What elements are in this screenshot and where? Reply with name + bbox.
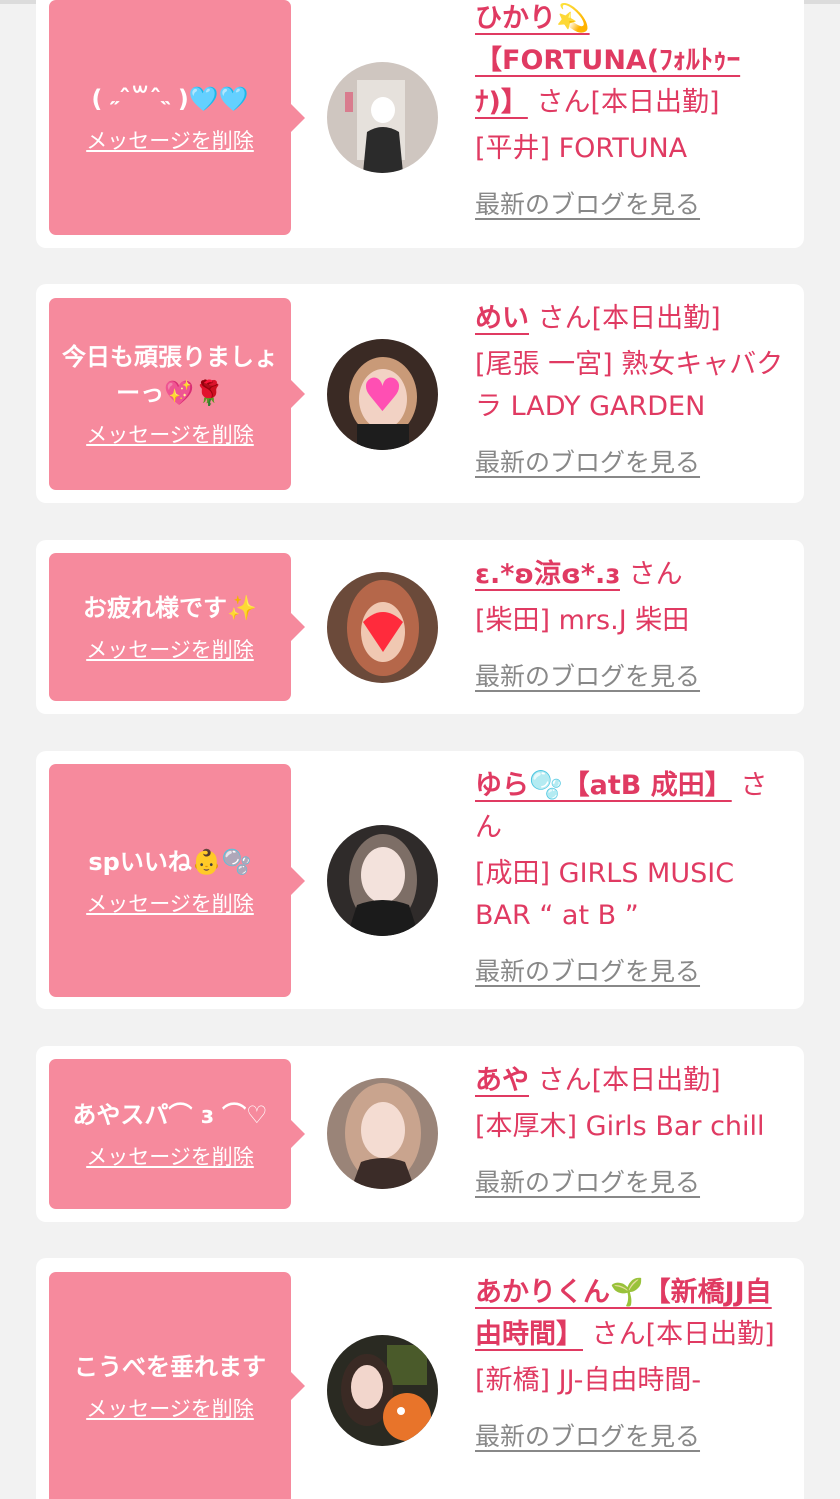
heart-sticker-icon: ♥	[361, 367, 404, 422]
message-bubble: こうべを垂れます メッセージを削除	[49, 1272, 305, 1499]
delete-message-link[interactable]: メッセージを削除	[86, 125, 254, 155]
shop-name: [柴田] mrs.J 柴田	[475, 605, 690, 636]
cast-info: ɛ.*ʚ涼ɞ*.ɜ さん [柴田] mrs.J 柴田 最新のブログを見る	[475, 554, 785, 698]
latest-blog-link[interactable]: 最新のブログを見る	[475, 442, 785, 484]
message-card: お疲れ様です✨ メッセージを削除 ɛ.*ʚ涼ɞ*.ɜ さん [柴田] mrs.J…	[36, 540, 804, 714]
honorific: さん	[591, 1319, 646, 1350]
message-card: 今日も頑張りましょーっ💖🌹 メッセージを削除 ♥ めい さん[本日出勤] [尾張…	[36, 284, 804, 503]
delete-message-link[interactable]: メッセージを削除	[86, 1393, 254, 1423]
cast-info: ひかり💫【FORTUNA(ﾌｫﾙﾄｩｰﾅ)】 さん[本日出勤] [平井] FOR…	[475, 0, 785, 226]
shop-name: [平井] FORTUNA	[475, 133, 688, 164]
honorific: さん	[537, 303, 592, 334]
shop-name: [本厚木] Girls Bar chill	[475, 1111, 765, 1142]
delete-message-link[interactable]: メッセージを削除	[86, 419, 254, 449]
message-bubble: ( ˶ˆ꒳ˆ˵ )🩵🩵 メッセージを削除	[49, 0, 305, 235]
delete-message-link[interactable]: メッセージを削除	[86, 1141, 254, 1171]
message-card: spいいね👶🫧 メッセージを削除 ゆら🫧【atB 成田】 さん [成田] GIR…	[36, 751, 804, 1009]
avatar[interactable]	[327, 1335, 438, 1446]
honorific: さん	[537, 1065, 592, 1096]
message-bubble: 今日も頑張りましょーっ💖🌹 メッセージを削除	[49, 298, 305, 490]
message-text: 今日も頑張りましょーっ💖🌹	[62, 343, 278, 407]
delete-message-link[interactable]: メッセージを削除	[86, 888, 254, 918]
avatar[interactable]	[327, 1078, 438, 1189]
cast-info: あや さん[本日出勤] [本厚木] Girls Bar chill 最新のブログ…	[475, 1060, 785, 1204]
message-text: ( ˶ˆ꒳ˆ˵ )🩵🩵	[91, 84, 249, 113]
message-bubble: spいいね👶🫧 メッセージを削除	[49, 764, 305, 997]
message-bubble: あやスパ⌒ ɜ ⌒♡ メッセージを削除	[49, 1059, 305, 1209]
message-card: あやスパ⌒ ɜ ⌒♡ メッセージを削除 あや さん[本日出勤] [本厚木] Gi…	[36, 1046, 804, 1222]
avatar[interactable]	[327, 572, 438, 683]
delete-message-link[interactable]: メッセージを削除	[86, 634, 254, 664]
cast-name-link[interactable]: ゆら🫧【atB 成田】	[475, 770, 732, 801]
latest-blog-link[interactable]: 最新のブログを見る	[475, 1162, 785, 1204]
latest-blog-link[interactable]: 最新のブログを見る	[475, 656, 785, 698]
attendance-status: [本日出勤]	[645, 1319, 775, 1350]
shop-name: [新橋] JJ-自由時間-	[475, 1365, 702, 1396]
message-text: あやスパ⌒ ɜ ⌒♡	[72, 1101, 268, 1129]
latest-blog-link[interactable]: 最新のブログを見る	[475, 951, 785, 993]
message-text: spいいね👶🫧	[88, 847, 252, 876]
attendance-status: [本日出勤]	[590, 87, 720, 118]
avatar[interactable]	[327, 62, 438, 173]
attendance-status: [本日出勤]	[591, 1065, 721, 1096]
cast-name-link[interactable]: あや	[475, 1065, 529, 1096]
avatar[interactable]: ♥	[327, 339, 438, 450]
avatar[interactable]	[327, 825, 438, 936]
cast-info: めい さん[本日出勤] [尾張 一宮] 熟女キャバクラ LADY GARDEN …	[475, 298, 785, 484]
message-bubble: お疲れ様です✨ メッセージを削除	[49, 553, 305, 701]
shop-name: [尾張 一宮] 熟女キャバクラ LADY GARDEN	[475, 349, 784, 422]
latest-blog-link[interactable]: 最新のブログを見る	[475, 1416, 785, 1458]
message-card: ( ˶ˆ꒳ˆ˵ )🩵🩵 メッセージを削除 ひかり💫【FORTUNA(ﾌｫﾙﾄｩｰ…	[36, 0, 804, 248]
shop-name: [成田] GIRLS MUSIC BAR “ at B ”	[475, 858, 735, 931]
cast-name-link[interactable]: めい	[475, 303, 529, 334]
cast-info: ゆら🫧【atB 成田】 さん [成田] GIRLS MUSIC BAR “ at…	[475, 765, 785, 993]
cast-info: あかりくん🌱【新橋JJ自由時間】 さん[本日出勤] [新橋] JJ-自由時間- …	[475, 1272, 785, 1458]
cast-name-link[interactable]: ɛ.*ʚ涼ɞ*.ɜ	[475, 559, 620, 590]
message-text: お疲れ様です✨	[83, 594, 257, 622]
message-card: こうべを垂れます メッセージを削除 あかりくん🌱【新橋JJ自由時間】 さん[本日…	[36, 1258, 804, 1499]
honorific: さん	[536, 87, 591, 118]
honorific: さん	[628, 559, 683, 590]
message-text: こうべを垂れます	[74, 1352, 266, 1381]
attendance-status: [本日出勤]	[591, 303, 721, 334]
latest-blog-link[interactable]: 最新のブログを見る	[475, 184, 785, 226]
